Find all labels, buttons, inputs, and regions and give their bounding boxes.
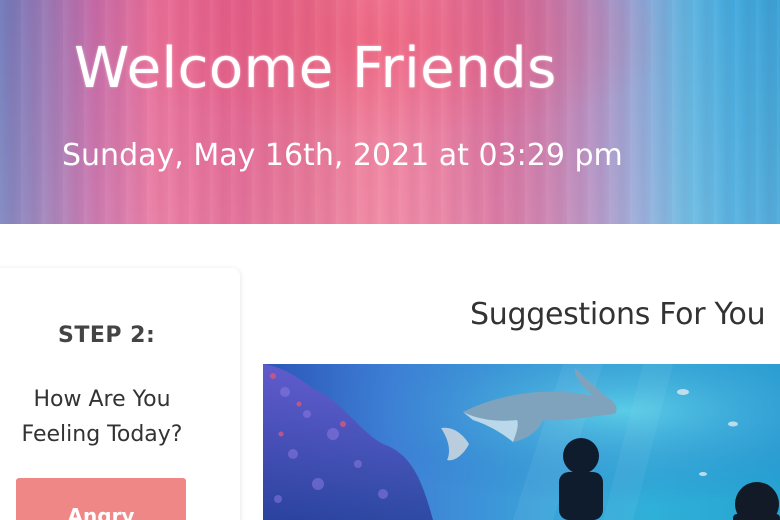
aquarium-illustration <box>263 364 780 520</box>
hero-texture <box>0 0 780 224</box>
angry-mood-button[interactable]: Angry <box>16 478 186 520</box>
hero-banner: Welcome Friends Sunday, May 16th, 2021 a… <box>0 0 780 224</box>
welcome-title: Welcome Friends <box>74 36 557 101</box>
step-label: STEP 2: <box>58 323 156 348</box>
suggestions-title: Suggestions For You <box>470 297 766 332</box>
mood-question: How Are You Feeling Today? <box>21 387 183 447</box>
aquarium-photo <box>263 364 780 520</box>
current-datetime: Sunday, May 16th, 2021 at 03:29 pm <box>62 138 623 173</box>
